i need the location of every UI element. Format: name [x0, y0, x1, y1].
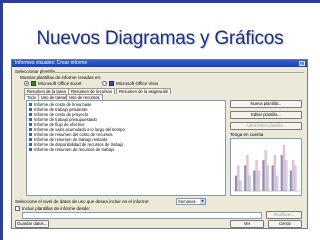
excel-report-icon: [29, 138, 32, 142]
chart-bar: [276, 175, 279, 192]
radio-visio[interactable]: [102, 81, 107, 86]
radio-visio-label: Microsoft Office Visio: [116, 81, 159, 86]
chart-bar: [248, 175, 251, 192]
radio-excel[interactable]: [24, 81, 29, 86]
dialog-title: Informes visuales: Crear informe: [15, 60, 88, 66]
level-label: Seleccione el nivel de datos de uso que …: [15, 199, 150, 204]
chart-bar: [271, 165, 274, 192]
chart-bar: [246, 155, 249, 192]
chart-bar: [273, 155, 276, 192]
manage-template-button[interactable]: Administrar plantilla...: [230, 122, 302, 130]
chart-bar: [234, 175, 238, 192]
chart-bar: [285, 160, 288, 192]
report-template-list[interactable]: Informe de costo de línea base Informe d…: [26, 100, 226, 196]
dialog-titlebar: Informes visuales: Crear informe ×: [12, 60, 307, 67]
group-separator: [42, 72, 304, 73]
excel-report-icon: [29, 108, 32, 112]
save-data-button[interactable]: Guardar datos...: [15, 220, 49, 228]
excel-report-icon: [29, 103, 32, 107]
excel-report-icon: [29, 148, 32, 152]
chart-bar: [266, 165, 270, 192]
preview-label: Tenga en cuenta: [230, 132, 264, 137]
visio-icon: [109, 81, 114, 86]
chart-bar: [280, 155, 283, 192]
chart-bar: [294, 165, 297, 192]
level-select-value: Semanas: [178, 199, 196, 204]
chart-bar: [264, 150, 267, 192]
slide-title: Nuevos Diagramas y Gráficos: [36, 28, 284, 49]
chart-bar: [244, 165, 247, 192]
chart-bar: [253, 170, 256, 192]
chart-bar: [262, 160, 265, 192]
excel-icon: [31, 81, 36, 86]
excel-report-icon: [29, 118, 32, 122]
chevron-down-icon: ▼: [200, 199, 205, 204]
chart-preview-svg: [234, 144, 300, 192]
chart-bar: [257, 170, 260, 192]
chart-bar: [237, 165, 240, 192]
chart-preview: [230, 138, 302, 196]
show-templates-label: Mostrar plantillas de informe creadas en…: [20, 75, 102, 80]
chart-bar: [282, 144, 286, 192]
chart-bar: [289, 170, 292, 192]
new-template-button[interactable]: Nueva plantilla...: [230, 100, 302, 108]
excel-report-icon: [29, 113, 32, 117]
templates-path-field[interactable]: [22, 212, 262, 219]
excel-report-icon: [29, 143, 32, 147]
radio-excel-label: Microsoft Office Excel: [38, 81, 82, 86]
view-button[interactable]: Ver: [230, 220, 264, 228]
level-select[interactable]: Semanas ▼: [176, 198, 206, 205]
slide-top-accent: [0, 0, 320, 3]
excel-report-icon: [29, 123, 32, 127]
close-icon[interactable]: ×: [299, 61, 305, 66]
chart-bar: [292, 160, 295, 192]
excel-report-icon: [29, 133, 32, 137]
chart-bar: [239, 180, 242, 192]
include-templates-label: Incluir plantillas de informe desde:: [22, 206, 91, 211]
excel-report-icon: [29, 128, 32, 132]
include-templates-checkbox[interactable]: [15, 206, 20, 211]
create-report-dialog: Informes visuales: Crear informe × Selec…: [11, 59, 308, 229]
tab-assignment-summary[interactable]: Resumen de la asignación: [116, 88, 172, 94]
close-button[interactable]: Cerrar: [268, 220, 302, 228]
modify-button[interactable]: Modificar...: [266, 211, 302, 219]
chart-bar: [255, 160, 258, 192]
list-item[interactable]: Informe de resumen de recursos de trabaj…: [29, 147, 114, 152]
edit-template-button[interactable]: Editar plantilla...: [230, 111, 302, 119]
